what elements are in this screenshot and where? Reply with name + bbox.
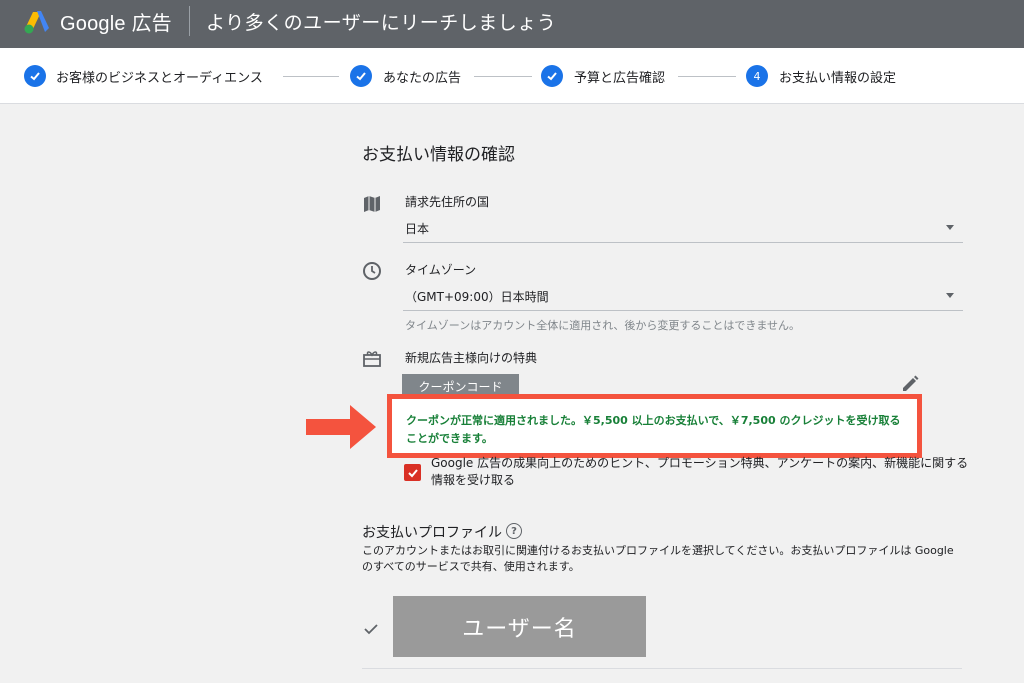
header-divider [189,6,190,36]
dropdown-arrow-icon[interactable] [946,293,954,298]
step-connector [283,76,339,77]
promo-label: 新規広告主様向けの特典 [405,351,538,365]
checkmark-icon [407,468,418,477]
marketing-checkbox[interactable] [404,464,421,481]
check-circle-icon [24,65,46,87]
check-circle-icon [541,65,563,87]
step-1-label[interactable]: お客様のビジネスとオーディエンス [56,67,263,86]
map-icon [364,196,380,212]
timezone-helper-text: タイムゾーンはアカウント全体に適用され、後から変更することはできません。 [405,319,801,332]
step-3-label[interactable]: 予算と広告確認 [574,67,665,86]
help-icon[interactable]: ? [506,523,522,539]
gift-icon [363,351,381,367]
select-underline [403,310,963,311]
timezone-label: タイムゾーン [405,263,477,277]
arrow-right-icon [306,405,376,449]
step-connector [474,76,532,77]
pencil-icon[interactable] [900,374,920,394]
timezone-select[interactable]: （GMT+09:00）日本時間 [405,288,549,305]
coupon-success-message: クーポンが正常に適用されました。￥5,500 以上のお支払いで、￥7,500 の… [406,414,901,445]
dropdown-arrow-icon[interactable] [946,225,954,230]
payment-profile-username[interactable]: ユーザー名 [393,596,646,657]
check-icon [364,624,378,635]
billing-country-select[interactable]: 日本 [405,220,429,237]
select-underline [403,242,963,243]
step-number-icon: 4 [746,65,768,87]
check-circle-icon [350,65,372,87]
payment-profile-description: このアカウントまたはお取引に関連付けるお支払いプロファイルを選択してください。お… [362,544,954,573]
google-ads-logo-icon[interactable] [24,9,50,35]
clock-icon [363,262,381,280]
page-heading: より多くのユーザーにリーチしましょう [206,12,557,34]
step-2-label[interactable]: あなたの広告 [383,67,461,86]
progress-stepper: お客様のビジネスとオーディエンス あなたの広告 予算と広告確認 4 お支払い情報… [0,48,1024,104]
section-title: お支払い情報の確認 [362,145,515,165]
step-connector [678,76,736,77]
billing-country-label: 請求先住所の国 [405,195,490,209]
payment-profile-title: お支払いプロファイル [362,525,502,541]
top-bar: Google 広告 より多くのユーザーにリーチしましょう [0,0,1024,48]
coupon-success-highlight: クーポンが正常に適用されました。￥5,500 以上のお支払いで、￥7,500 の… [387,394,922,458]
step-number: 4 [753,69,761,83]
step-4-label[interactable]: お支払い情報の設定 [779,67,896,86]
divider [362,668,962,669]
brand-name: Google 広告 [60,13,172,35]
marketing-checkbox-label: Google 広告の成果向上のためのヒント、プロモーション特典、アンケートの案内… [431,456,969,487]
